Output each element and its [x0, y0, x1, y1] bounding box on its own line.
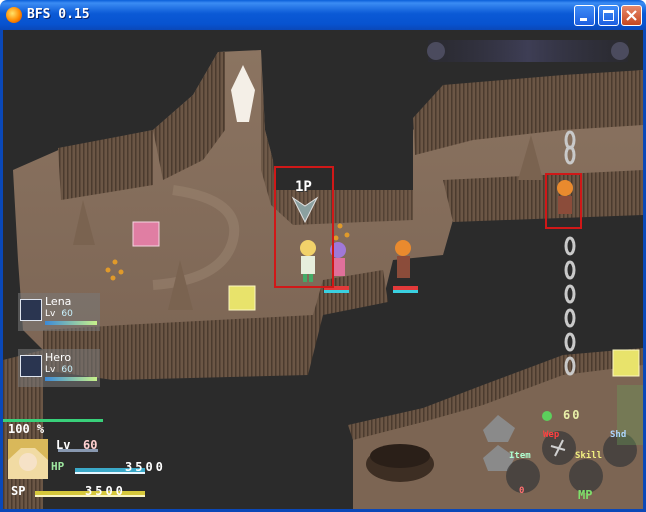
party-member-level: Lv 60 [45, 309, 73, 319]
party-member-name: Hero [45, 351, 72, 364]
gauge-percent: 100 % [8, 422, 45, 436]
player-marker: 1P [295, 179, 312, 195]
party-member-hp-bar [45, 377, 97, 381]
sp-label: SP [11, 484, 26, 498]
maximize-button[interactable] [598, 5, 619, 26]
lena-class-icon [20, 299, 42, 321]
minimize-button[interactable] [574, 5, 595, 26]
skill-command[interactable]: Skill [575, 451, 602, 461]
party-member-name: Lena [45, 295, 72, 308]
party-member-level: Lv 60 [45, 365, 73, 375]
weapon-command[interactable]: Wep [543, 430, 559, 440]
party-member-hp-bar [45, 321, 97, 325]
hero-class-icon [20, 355, 42, 377]
hp-label: HP [51, 460, 65, 473]
party-member-lena[interactable]: Lena Lv 60 [18, 293, 100, 331]
window-title: BFS 0.15 [27, 7, 90, 22]
party-member-hero[interactable]: Hero Lv 60 [18, 349, 100, 387]
sp-value: 3500 [85, 484, 126, 498]
title-bar[interactable]: BFS 0.15 [0, 0, 646, 30]
app-icon [6, 7, 22, 23]
player-level: 60 [83, 438, 98, 452]
item-count: 0 [519, 486, 525, 496]
mp-label: MP [578, 488, 593, 502]
item-command[interactable]: Item [509, 451, 531, 461]
hp-value: 3500 [125, 460, 166, 474]
minimize-icon [580, 18, 587, 21]
gold-count: 60 [563, 408, 582, 422]
close-button[interactable] [621, 5, 642, 26]
game-viewport[interactable]: 1P Lena Lv 60 Hero Lv 60 100 % Lv 60 HP 35… [3, 30, 643, 509]
shield-command[interactable]: Shd [610, 430, 626, 440]
maximize-icon [603, 10, 614, 21]
player-lv-label: Lv [56, 438, 71, 452]
close-icon [626, 10, 637, 21]
